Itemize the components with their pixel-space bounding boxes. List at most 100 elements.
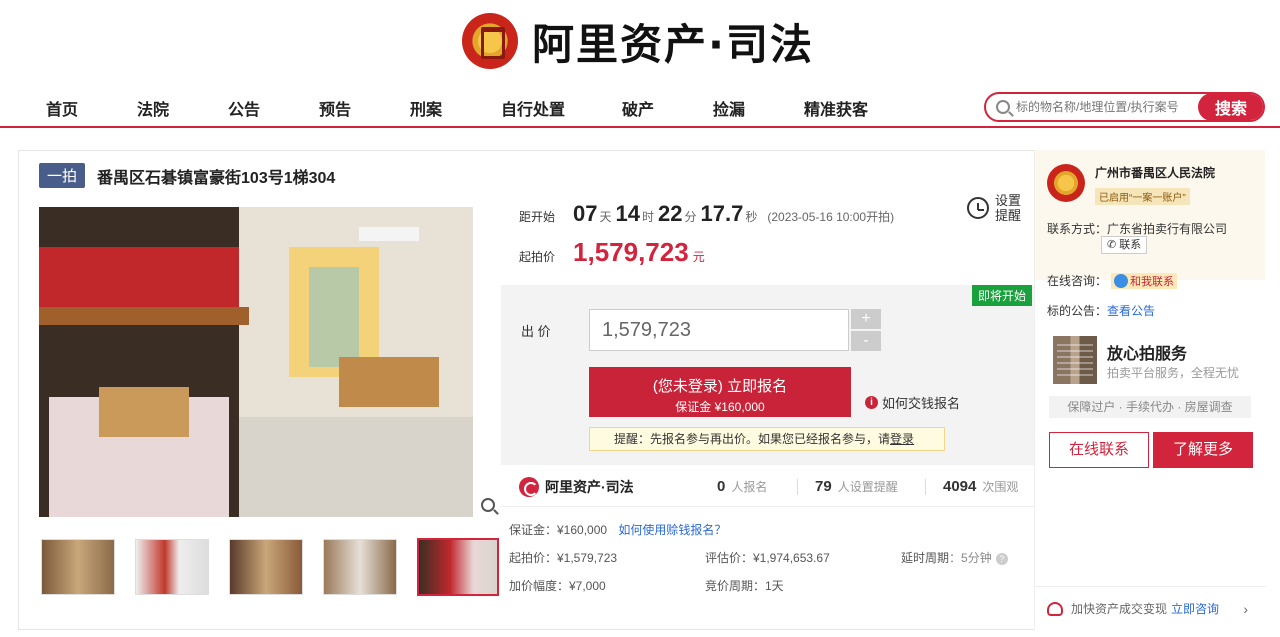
learn-more-button[interactable]: 了解更多	[1153, 432, 1253, 468]
view-count-label: 次围观	[982, 480, 1019, 494]
status-badge: 即将开始	[971, 285, 1032, 306]
increase-bid-button[interactable]: +	[851, 309, 881, 329]
service-tags: 保障过户 · 手续代办 · 房屋调查	[1049, 396, 1251, 418]
contact-button-label: 联系	[1119, 239, 1142, 251]
main-photo[interactable]	[39, 207, 473, 517]
start-price-detail: 起拍价：¥1,579,723	[509, 551, 618, 565]
hours-unit: 时	[642, 210, 655, 224]
court-name[interactable]: 广州市番禺区人民法院	[1095, 164, 1215, 181]
main-nav: 首页 法院 公告 预告 刑案 自行处置 破产 捡漏 精准获客 搜索	[0, 88, 1280, 128]
room-photo-graphic	[39, 207, 473, 517]
start-price-label: 起拍价	[519, 250, 556, 264]
wangwang-button[interactable]: 和我联系	[1111, 272, 1178, 289]
countdown-days: 07	[573, 201, 598, 226]
bid-panel: 即将开始 出 价 1,579,723 + - (您未登录) 立即报名 保证金 ¥…	[501, 285, 1036, 465]
building-icon	[1053, 336, 1097, 384]
login-tip: 提醒：先报名参与再出价。如果您已经报名参与，请登录	[589, 427, 945, 451]
appraisal-value: 评估价：¥1,974,653.67	[705, 551, 830, 565]
nav-item-bankruptcy[interactable]: 破产	[622, 96, 654, 120]
stats-brand-label: 阿里资产·司法	[545, 478, 634, 495]
service-title: 放心拍服务	[1107, 346, 1188, 363]
nav-item-court[interactable]: 法院	[137, 96, 169, 120]
stats-bar: 阿里资产·司法 0 人报名 79 人设置提醒 4094 次围观	[501, 467, 1036, 507]
nav-item-self-disposal[interactable]: 自行处置	[501, 96, 565, 120]
signup-deposit: 保证金 ¥160,000	[675, 400, 765, 414]
search-box: 搜索	[984, 92, 1265, 122]
how-to-pay-label: 如何交钱报名	[882, 396, 961, 411]
court-sidebar: 广州市番禺区人民法院 已启用“一案一账户” 联系方式：广东省拍卖行有限公司 ✆ …	[1034, 150, 1266, 630]
notice-row: 标的公告：查看公告	[1047, 302, 1155, 319]
nav-item-preview[interactable]: 预告	[319, 96, 351, 120]
signup-count-label: 人报名	[731, 480, 768, 494]
info-icon: i	[865, 396, 878, 409]
contact-info: 联系方式：广东省拍卖行有限公司	[1047, 222, 1228, 236]
consult-now-link[interactable]: 立即咨询	[1171, 600, 1219, 617]
alarm-clock-icon	[967, 197, 989, 219]
bid-cycle: 竞价周期：1天	[705, 579, 784, 593]
wangwang-label: 和我联系	[1130, 275, 1175, 288]
increment-value: 加价幅度：¥7,000	[509, 579, 606, 593]
notice-label: 标的公告：	[1047, 304, 1108, 318]
auction-round-tag: 一拍	[39, 163, 86, 188]
nav-item-bargain[interactable]: 捡漏	[713, 96, 745, 120]
minutes-unit: 分	[684, 210, 697, 224]
footer-text: 加快资产成交变现	[1071, 602, 1168, 616]
site-title: 阿里资产·司法	[532, 19, 814, 69]
delay-label: 延时周期	[901, 551, 950, 565]
bid-amount-input[interactable]: 1,579,723	[589, 309, 849, 351]
countdown: 距开始 07 天 14 时 22 分 17.7 秒 (2023-05-16 10…	[519, 201, 894, 227]
bid-stepper: + -	[851, 309, 881, 351]
thumbnail-3[interactable]	[229, 539, 303, 595]
countdown-minutes: 22	[658, 201, 683, 226]
thumbnail-strip	[41, 538, 499, 596]
signup-count-value: 0	[717, 478, 726, 495]
currency-unit: 元	[692, 250, 705, 264]
online-contact-button[interactable]: 在线联系	[1049, 432, 1149, 468]
stats-brand: 阿里资产·司法	[519, 476, 634, 497]
deposit-help-link[interactable]: 如何使用赊钱报名？	[618, 523, 726, 537]
reminder-count: 79 人设置提醒	[815, 478, 898, 495]
chevron-right-icon[interactable]: ›	[1243, 601, 1248, 617]
countdown-seconds: 17.7	[700, 201, 744, 226]
listing-title: 番禺区石碁镇富豪街103号1梯304	[97, 169, 336, 187]
login-link[interactable]: 登录	[890, 432, 914, 446]
consult-label: 在线咨询：	[1047, 274, 1108, 288]
court-emblem-icon	[1047, 164, 1085, 202]
contact-button[interactable]: ✆ 联系	[1101, 236, 1148, 254]
divider	[797, 479, 798, 495]
view-count-value: 4094	[943, 478, 977, 495]
search-button[interactable]: 搜索	[1198, 94, 1263, 120]
handshake-icon	[1047, 601, 1063, 616]
chat-icon	[1114, 273, 1129, 288]
thumbnail-2[interactable]	[135, 539, 209, 595]
help-icon[interactable]: ?	[995, 552, 1008, 565]
countdown-label: 距开始	[519, 210, 556, 224]
thumbnail-4[interactable]	[323, 539, 397, 595]
consult-footer: 加快资产成交变现 立即咨询 ›	[1035, 586, 1266, 630]
signup-button[interactable]: (您未登录) 立即报名 保证金 ¥160,000	[589, 367, 851, 417]
search-icon	[996, 100, 1010, 114]
deposit-value: 保证金：¥160,000	[509, 523, 608, 537]
how-to-pay-link[interactable]: i 如何交钱报名	[865, 393, 960, 412]
set-reminder-button[interactable]: 设置提醒	[967, 193, 1023, 223]
seconds-unit: 秒	[745, 210, 758, 224]
days-unit: 天	[599, 210, 612, 224]
search-input[interactable]	[1016, 100, 1196, 114]
decrease-bid-button[interactable]: -	[851, 331, 881, 351]
divider	[925, 479, 926, 495]
nav-item-criminal[interactable]: 刑案	[410, 96, 442, 120]
start-price-row: 起拍价 1,579,723 元	[519, 237, 705, 268]
thumbnail-1[interactable]	[41, 539, 115, 595]
view-count: 4094 次围观	[943, 478, 1018, 495]
view-notice-link[interactable]: 查看公告	[1107, 304, 1155, 318]
zoom-icon[interactable]	[481, 498, 495, 512]
start-time: (2023-05-16 10:00开拍)	[767, 210, 895, 224]
nav-item-home[interactable]: 首页	[46, 96, 78, 120]
listing-header: 一拍 番禺区石碁镇富豪街103号1梯304	[39, 163, 335, 188]
nav-item-announcement[interactable]: 公告	[228, 96, 260, 120]
ali-assets-icon	[519, 476, 539, 497]
site-logo[interactable]: 阿里资产·司法	[462, 8, 814, 74]
thumbnail-5[interactable]	[417, 538, 499, 596]
nav-item-leads[interactable]: 精准获客	[804, 96, 868, 120]
signup-count: 0 人报名	[717, 478, 767, 495]
